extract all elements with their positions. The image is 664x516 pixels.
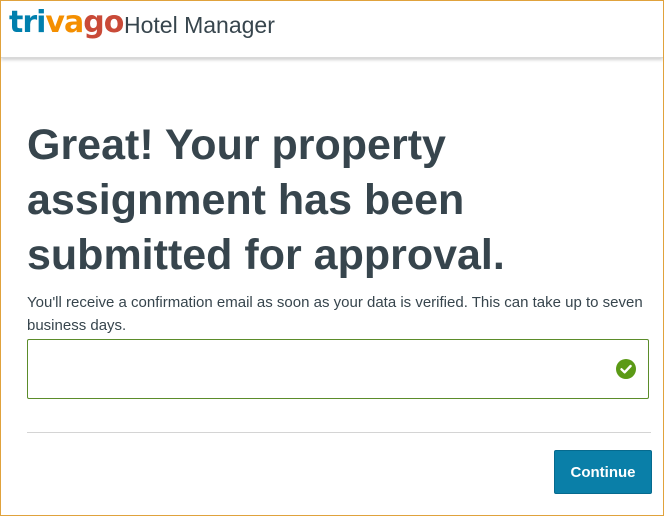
logo-part-orange: va (45, 5, 84, 40)
property-field[interactable] (27, 339, 649, 399)
page-headline: Great! Your property assignment has been… (27, 121, 505, 279)
header-bar: trivago Hotel Manager (1, 1, 663, 58)
app-name: Hotel Manager (124, 12, 275, 38)
page-frame: trivago Hotel Manager Great! Your proper… (0, 0, 664, 516)
continue-button[interactable]: Continue (554, 450, 652, 494)
divider (27, 432, 651, 433)
confirmation-description: You'll receive a confirmation email as s… (27, 294, 643, 334)
check-circle-icon (616, 359, 636, 379)
logo-part-blue: tri (9, 5, 46, 40)
logo-part-red: go (83, 5, 124, 40)
trivago-logo[interactable]: trivago (9, 5, 124, 41)
